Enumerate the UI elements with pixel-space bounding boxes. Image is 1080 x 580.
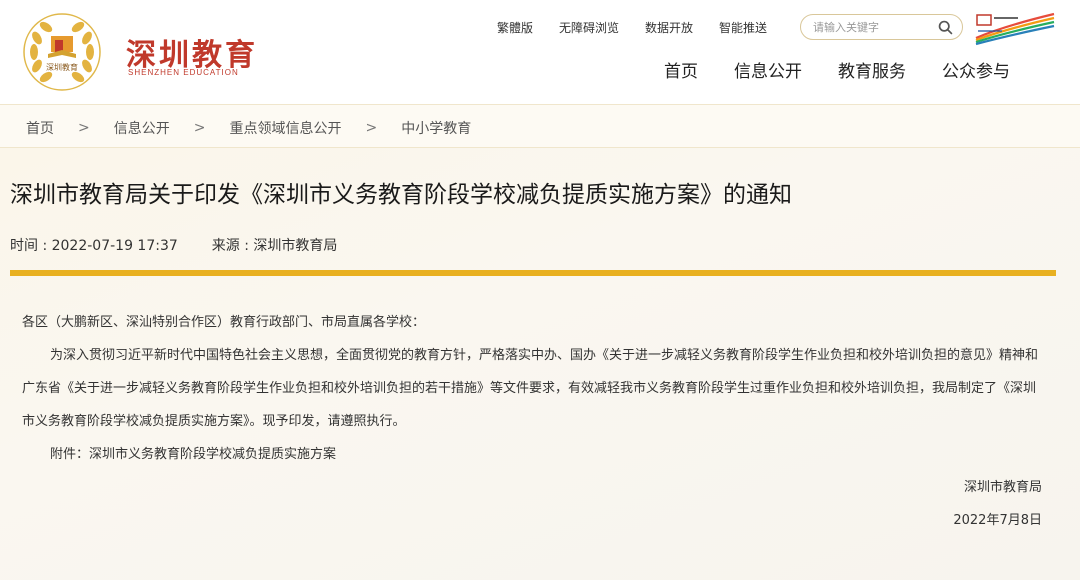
- breadcrumb-home[interactable]: 首页: [26, 118, 54, 138]
- nav-info-disclosure[interactable]: 信息公开: [734, 57, 802, 82]
- body-paragraph: 为深入贯彻习近平新时代中国特色社会主义思想，全面贯彻党的教育方针，严格落实中办、…: [22, 348, 1039, 429]
- site-logo-subtitle: SHENZHEN EDUCATION: [128, 68, 239, 77]
- breadcrumb-separator: >: [193, 120, 206, 136]
- breadcrumb: 首页 > 信息公开 > 重点领域信息公开 > 中小学教育: [26, 118, 471, 138]
- breadcrumb-key-areas[interactable]: 重点领域信息公开: [229, 118, 341, 138]
- main-nav: 首页 信息公开 教育服务 公众参与: [664, 57, 1010, 82]
- link-smart-push[interactable]: 智能推送: [719, 19, 767, 36]
- shenzhen-education-emblem-icon[interactable]: 深圳教育: [22, 12, 102, 92]
- link-open-data[interactable]: 数据开放: [645, 19, 693, 36]
- emblem-text: 深圳教育: [46, 62, 78, 72]
- search-input[interactable]: [813, 19, 933, 36]
- breadcrumb-info-disclosure[interactable]: 信息公开: [114, 118, 170, 138]
- article-body: 各区（大鹏新区、深汕特别合作区）教育行政部门、市局直属各学校： 为深入贯彻习近平…: [22, 306, 1042, 537]
- document-date: 2022年7月8日: [953, 513, 1042, 528]
- link-traditional-chinese[interactable]: 繁體版: [497, 19, 533, 36]
- breadcrumb-separator: >: [78, 120, 90, 136]
- publish-time: 时间 : 2022-07-19 17:37: [10, 238, 178, 254]
- site-header: 深圳教育 深圳教育 SHENZHEN EDUCATION 繁體版 无障碍浏览 数…: [0, 0, 1080, 104]
- article-title: 深圳市教育局关于印发《深圳市义务教育阶段学校减负提质实施方案》的通知: [10, 182, 792, 208]
- article-source: 来源 : 深圳市教育局: [211, 238, 338, 254]
- shenzhen-china-logo-icon[interactable]: [974, 12, 1056, 46]
- utility-nav: 繁體版 无障碍浏览 数据开放 智能推送: [497, 19, 767, 36]
- search-box: [800, 14, 963, 40]
- search-icon[interactable]: [937, 19, 954, 36]
- signature: 深圳市教育局: [963, 480, 1042, 495]
- article-meta: 时间 : 2022-07-19 17:37 来源 : 深圳市教育局: [10, 235, 337, 255]
- nav-education-services[interactable]: 教育服务: [838, 57, 906, 82]
- nav-public-participation[interactable]: 公众参与: [942, 57, 1010, 82]
- attachment-link[interactable]: 附件：深圳市义务教育阶段学校减负提质实施方案: [22, 438, 1042, 471]
- breadcrumb-k12-education[interactable]: 中小学教育: [401, 118, 471, 138]
- nav-home[interactable]: 首页: [664, 57, 698, 82]
- breadcrumb-separator: >: [365, 120, 378, 136]
- link-accessibility[interactable]: 无障碍浏览: [559, 19, 619, 36]
- title-divider: [10, 270, 1056, 276]
- breadcrumb-bar: 首页 > 信息公开 > 重点领域信息公开 > 中小学教育: [0, 104, 1080, 148]
- salutation: 各区（大鹏新区、深汕特别合作区）教育行政部门、市局直属各学校：: [22, 315, 426, 330]
